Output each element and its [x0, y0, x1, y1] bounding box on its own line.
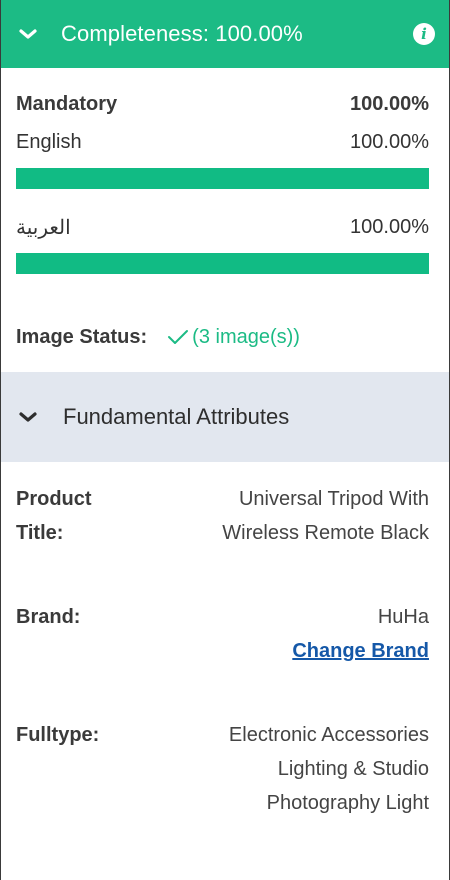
- attribute-label: Fulltype:: [16, 724, 100, 746]
- attribute-label-line: Product: [16, 488, 92, 510]
- language-value: 100.00%: [350, 130, 429, 153]
- attribute-value-line: Universal Tripod With: [238, 488, 429, 510]
- chevron-down-icon: [19, 29, 37, 39]
- progress-fill: [16, 168, 429, 189]
- mandatory-label: Mandatory: [16, 92, 118, 115]
- progress-bar-english: [16, 168, 429, 189]
- attribute-value: HuHa Change Brand: [292, 600, 429, 668]
- mandatory-row: Mandatory 100.00%: [16, 90, 429, 118]
- fundamental-attributes-header[interactable]: Fundamental Attributes: [1, 372, 449, 462]
- language-row-arabic: العربية 100.00%: [16, 213, 429, 241]
- image-status: Image Status: (3 image(s)): [16, 322, 429, 352]
- fundamental-attributes-title: Fundamental Attributes: [63, 404, 290, 429]
- attributes-list: Product Title: Universal Tripod With Wir…: [1, 482, 449, 820]
- chevron-down-icon: [19, 412, 37, 422]
- language-label: العربية: [16, 216, 71, 239]
- brand-value: HuHa: [377, 606, 429, 628]
- attribute-value-line: Electronic Accessories: [228, 724, 429, 746]
- attribute-value: Universal Tripod With Wireless Remote Bl…: [222, 482, 429, 550]
- language-value: 100.00%: [350, 215, 429, 238]
- completeness-body: Mandatory 100.00% English 100.00% العربي…: [1, 90, 449, 352]
- attribute-value-line: Wireless Remote Black: [222, 522, 429, 544]
- attribute-label: Brand:: [16, 606, 81, 628]
- mandatory-value: 100.00%: [350, 92, 429, 115]
- language-row-english: English 100.00%: [16, 128, 429, 156]
- change-brand-link[interactable]: Change Brand: [292, 634, 429, 668]
- attribute-value-line: Photography Light: [266, 792, 429, 814]
- product-panel: Completeness: 100.00% i Mandatory 100.00…: [0, 0, 450, 880]
- attribute-label: Product Title:: [16, 482, 136, 550]
- language-label: English: [16, 130, 82, 153]
- checkmark-icon: [168, 330, 189, 344]
- completeness-header[interactable]: Completeness: 100.00% i: [1, 0, 449, 68]
- info-icon[interactable]: i: [413, 23, 435, 45]
- image-status-label: Image Status:: [16, 325, 148, 348]
- image-count[interactable]: (3 image(s)): [192, 326, 300, 349]
- attribute-value-line: Lighting & Studio: [277, 758, 429, 780]
- attribute-label-line: Title:: [16, 522, 64, 544]
- attribute-brand: Brand: HuHa Change Brand: [16, 600, 429, 668]
- completeness-title: Completeness: 100.00%: [61, 21, 303, 46]
- attribute-product-title: Product Title: Universal Tripod With Wir…: [16, 482, 429, 550]
- attribute-value: Electronic Accessories Lighting & Studio…: [229, 718, 429, 820]
- attribute-fulltype: Fulltype: Electronic Accessories Lightin…: [16, 718, 429, 820]
- progress-fill: [16, 253, 429, 274]
- progress-bar-arabic: [16, 253, 429, 274]
